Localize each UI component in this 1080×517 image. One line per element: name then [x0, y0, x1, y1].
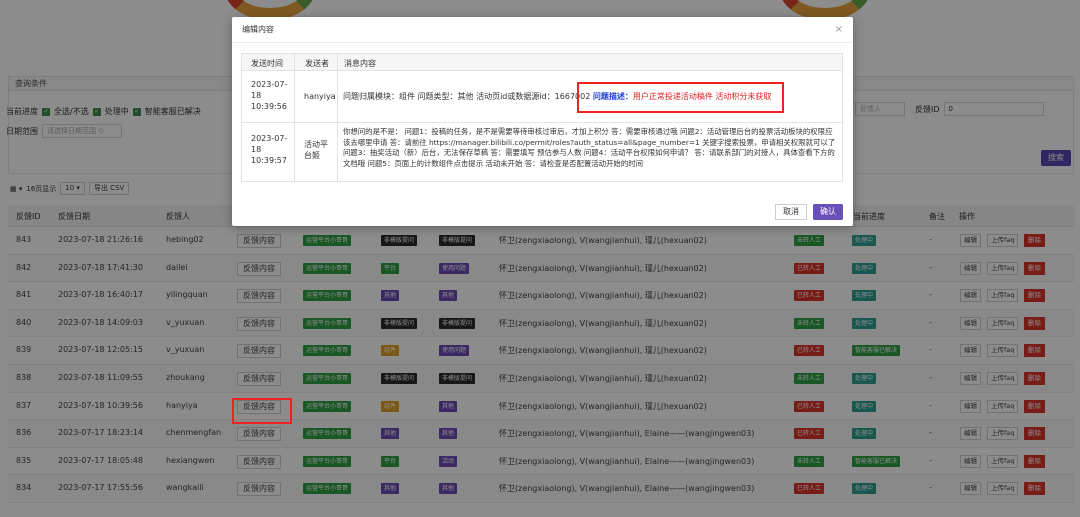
col-message: 消息内容 [344, 59, 376, 68]
divider [294, 71, 295, 122]
send-time: 2023-07- 18 10:39:56 [251, 79, 293, 112]
confirm-button[interactable]: 确认 [813, 204, 843, 220]
sender-line: 台姬 [304, 151, 320, 160]
send-time-line: 2023-07- [251, 134, 288, 143]
divider [337, 54, 338, 70]
cancel-button[interactable]: 取消 [775, 204, 807, 220]
close-icon[interactable]: × [835, 24, 843, 35]
edit-content-modal: 编辑内容 × 发送时间 发送者 消息内容 2023-07- 18 10:39:5… [232, 17, 853, 226]
modal-title: 编辑内容 [232, 17, 853, 43]
sender: 活动平 台姬 [304, 139, 328, 161]
divider [294, 123, 295, 181]
col-send-time: 发送时间 [251, 59, 283, 68]
divider [294, 54, 295, 70]
divider [337, 123, 338, 181]
send-time-line: 2023-07- [251, 80, 288, 89]
message-table: 发送时间 发送者 消息内容 2023-07- 18 10:39:56 hanyi… [241, 53, 843, 182]
highlight-box [232, 398, 292, 424]
send-time-line: 10:39:56 [251, 102, 287, 111]
send-time-line: 10:39:57 [251, 156, 287, 165]
message-table-header: 发送时间 发送者 消息内容 [242, 54, 842, 71]
highlight-box [577, 82, 784, 113]
send-time: 2023-07- 18 10:39:57 [251, 133, 293, 166]
modal-footer: 取消 确认 [775, 204, 843, 220]
divider [337, 71, 338, 122]
message-row: 2023-07- 18 10:39:57 活动平 台姬 你想问的是不是： 问题1… [242, 123, 842, 181]
sender: hanyiya [304, 92, 336, 101]
col-sender: 发送者 [305, 59, 329, 68]
send-time-line: 18 [251, 145, 262, 154]
message-content: 你想问的是不是： 问题1：投稿的任务，是不是需要等待审核过审后，才加上积分 答：… [343, 127, 836, 168]
send-time-line: 18 [251, 91, 262, 100]
sender-line: 活动平 [304, 140, 328, 149]
message-text: 问题归属模块：组件 问题类型：其他 活动页id或数据源id：1667002 [343, 92, 593, 101]
